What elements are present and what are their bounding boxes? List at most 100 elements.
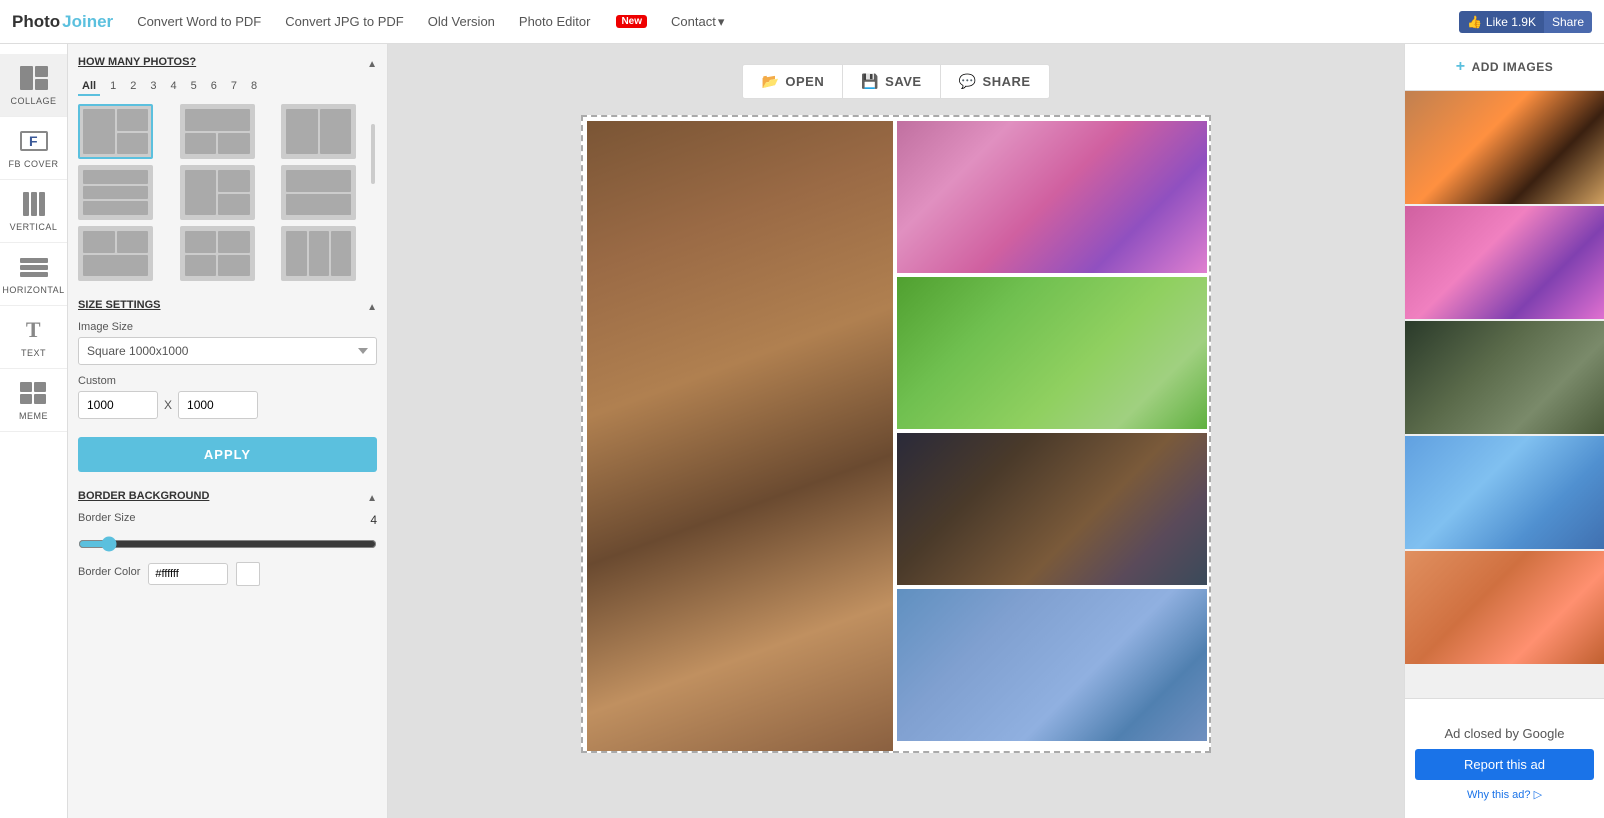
save-icon: 💾 — [861, 73, 879, 90]
save-label: SAVE — [885, 74, 921, 89]
border-size-value: 4 — [370, 513, 377, 527]
layout-thumb-9[interactable] — [281, 226, 356, 281]
layout-thumb-3[interactable] — [281, 104, 356, 159]
open-label: OPEN — [785, 74, 824, 89]
custom-size-row: Custom X — [78, 375, 377, 419]
sidebar-label-collage: COLLAGE — [10, 96, 56, 106]
border-color-input[interactable] — [148, 563, 228, 585]
tab-4[interactable]: 4 — [166, 78, 180, 96]
fb-like-widget: 👍 Like 1.9K Share — [1459, 11, 1592, 33]
save-button[interactable]: 💾 SAVE — [843, 65, 940, 98]
border-background-header[interactable]: BORDER BACKGROUND — [78, 488, 377, 504]
nav-contact-label: Contact — [671, 14, 716, 29]
size-settings-header[interactable]: SIZE SETTINGS — [78, 297, 377, 313]
border-background-section: BORDER BACKGROUND Border Size 4 Border C… — [78, 488, 377, 586]
thumb-1[interactable] — [1405, 91, 1604, 206]
tab-2[interactable]: 2 — [126, 78, 140, 96]
photo-cell-2[interactable] — [897, 121, 1207, 273]
tab-3[interactable]: 3 — [146, 78, 160, 96]
thumb-4[interactable] — [1405, 436, 1604, 551]
sidebar-label-fb-cover: FB COVER — [8, 159, 58, 169]
ad-closed-text: Ad closed by Google — [1445, 726, 1565, 741]
custom-size-inputs: X — [78, 391, 377, 419]
fb-like-button[interactable]: 👍 Like 1.9K — [1459, 11, 1544, 33]
sidebar-item-fb-cover[interactable]: f FB COVER — [0, 117, 67, 180]
custom-width-input[interactable] — [78, 391, 158, 419]
settings-panel: HOW MANY PHOTOS? All 1 2 3 4 5 6 7 8 — [68, 44, 388, 818]
apply-button[interactable]: APPLY — [78, 437, 377, 472]
tab-7[interactable]: 7 — [227, 78, 241, 96]
collage-left-column — [587, 121, 893, 751]
thumb-2[interactable] — [1405, 206, 1604, 321]
image-thumbnails — [1405, 91, 1604, 698]
layout-thumb-8[interactable] — [180, 226, 255, 281]
custom-label: Custom — [78, 375, 377, 387]
open-button[interactable]: 📂 OPEN — [743, 65, 843, 98]
photo-cell-5[interactable] — [897, 589, 1207, 741]
nav-contact[interactable]: Contact ▾ — [671, 14, 724, 30]
canvas-toolbar: 📂 OPEN 💾 SAVE 💬 SHARE — [742, 64, 1049, 99]
size-settings-title: SIZE SETTINGS — [78, 299, 161, 311]
nav-photo-editor[interactable]: Photo Editor — [519, 14, 591, 29]
custom-height-input[interactable] — [178, 391, 258, 419]
sidebar-label-meme: MEME — [19, 411, 48, 421]
image-size-select[interactable]: Square 1000x1000 Landscape 1200x628 Port… — [78, 337, 377, 365]
layout-thumb-4[interactable] — [78, 165, 153, 220]
thumb-5[interactable] — [1405, 551, 1604, 666]
photo-cell-3[interactable] — [897, 277, 1207, 429]
share-button[interactable]: 💬 SHARE — [941, 65, 1049, 98]
layout-thumb-1[interactable] — [78, 104, 153, 159]
photo-count-collapse-icon — [367, 54, 377, 70]
layout-thumb-2[interactable] — [180, 104, 255, 159]
tab-1[interactable]: 1 — [106, 78, 120, 96]
nav-convert-word[interactable]: Convert Word to PDF — [137, 14, 261, 29]
border-color-label: Border Color — [78, 566, 140, 578]
thumb-3[interactable] — [1405, 321, 1604, 436]
layout-thumb-6[interactable] — [281, 165, 356, 220]
brand-photo: Photo — [12, 12, 60, 32]
layout-thumb-5[interactable] — [180, 165, 255, 220]
ad-area: Ad closed by Google Report this ad Why t… — [1405, 698, 1604, 818]
main-layout: COLLAGE f FB COVER VERTICAL — [0, 44, 1604, 818]
add-images-button[interactable]: + ADD IMAGES — [1405, 44, 1604, 91]
sidebar-item-horizontal[interactable]: HORIZONTAL — [0, 243, 67, 306]
size-settings-section: SIZE SETTINGS Image Size Square 1000x100… — [78, 297, 377, 472]
tab-6[interactable]: 6 — [207, 78, 221, 96]
layout-thumb-7[interactable] — [78, 226, 153, 281]
collage-canvas — [581, 115, 1211, 753]
layout-scrollbar — [371, 124, 375, 184]
left-sidebar: COLLAGE f FB COVER VERTICAL — [0, 44, 68, 818]
meme-icon — [16, 379, 52, 407]
border-color-preview[interactable] — [236, 562, 260, 586]
collage-right-column — [897, 121, 1207, 747]
border-size-slider[interactable] — [78, 536, 377, 552]
border-size-slider-container — [78, 534, 377, 554]
sidebar-item-vertical[interactable]: VERTICAL — [0, 180, 67, 243]
sidebar-item-text[interactable]: T TEXT — [0, 306, 67, 369]
photo-cell-1[interactable] — [587, 121, 893, 751]
tab-5[interactable]: 5 — [187, 78, 201, 96]
nav-old-version[interactable]: Old Version — [428, 14, 495, 29]
border-size-row: Border Size 4 — [78, 512, 377, 528]
report-ad-button[interactable]: Report this ad — [1415, 749, 1594, 780]
sidebar-item-meme[interactable]: MEME — [0, 369, 67, 432]
sidebar-item-collage[interactable]: COLLAGE — [0, 54, 67, 117]
nav-contact-arrow: ▾ — [718, 14, 725, 30]
fb-share-button[interactable]: Share — [1544, 11, 1592, 33]
sidebar-label-vertical: VERTICAL — [10, 222, 58, 232]
tab-8[interactable]: 8 — [247, 78, 261, 96]
share-label: SHARE — [983, 74, 1031, 89]
why-ad-link[interactable]: Why this ad? ▷ — [1467, 788, 1542, 801]
topnav: Photo Joiner Convert Word to PDF Convert… — [0, 0, 1604, 44]
nav-convert-jpg[interactable]: Convert JPG to PDF — [285, 14, 403, 29]
sidebar-label-horizontal: HORIZONTAL — [2, 285, 64, 295]
layout-thumbs-grid — [78, 104, 377, 281]
share-icon: 💬 — [959, 73, 977, 90]
open-icon: 📂 — [761, 73, 779, 90]
photo-count-header[interactable]: HOW MANY PHOTOS? — [78, 54, 377, 70]
tab-all[interactable]: All — [78, 78, 100, 96]
size-settings-collapse-icon — [367, 297, 377, 313]
brand-logo[interactable]: Photo Joiner — [12, 12, 113, 32]
photo-cell-4[interactable] — [897, 433, 1207, 585]
horizontal-icon — [16, 253, 52, 281]
